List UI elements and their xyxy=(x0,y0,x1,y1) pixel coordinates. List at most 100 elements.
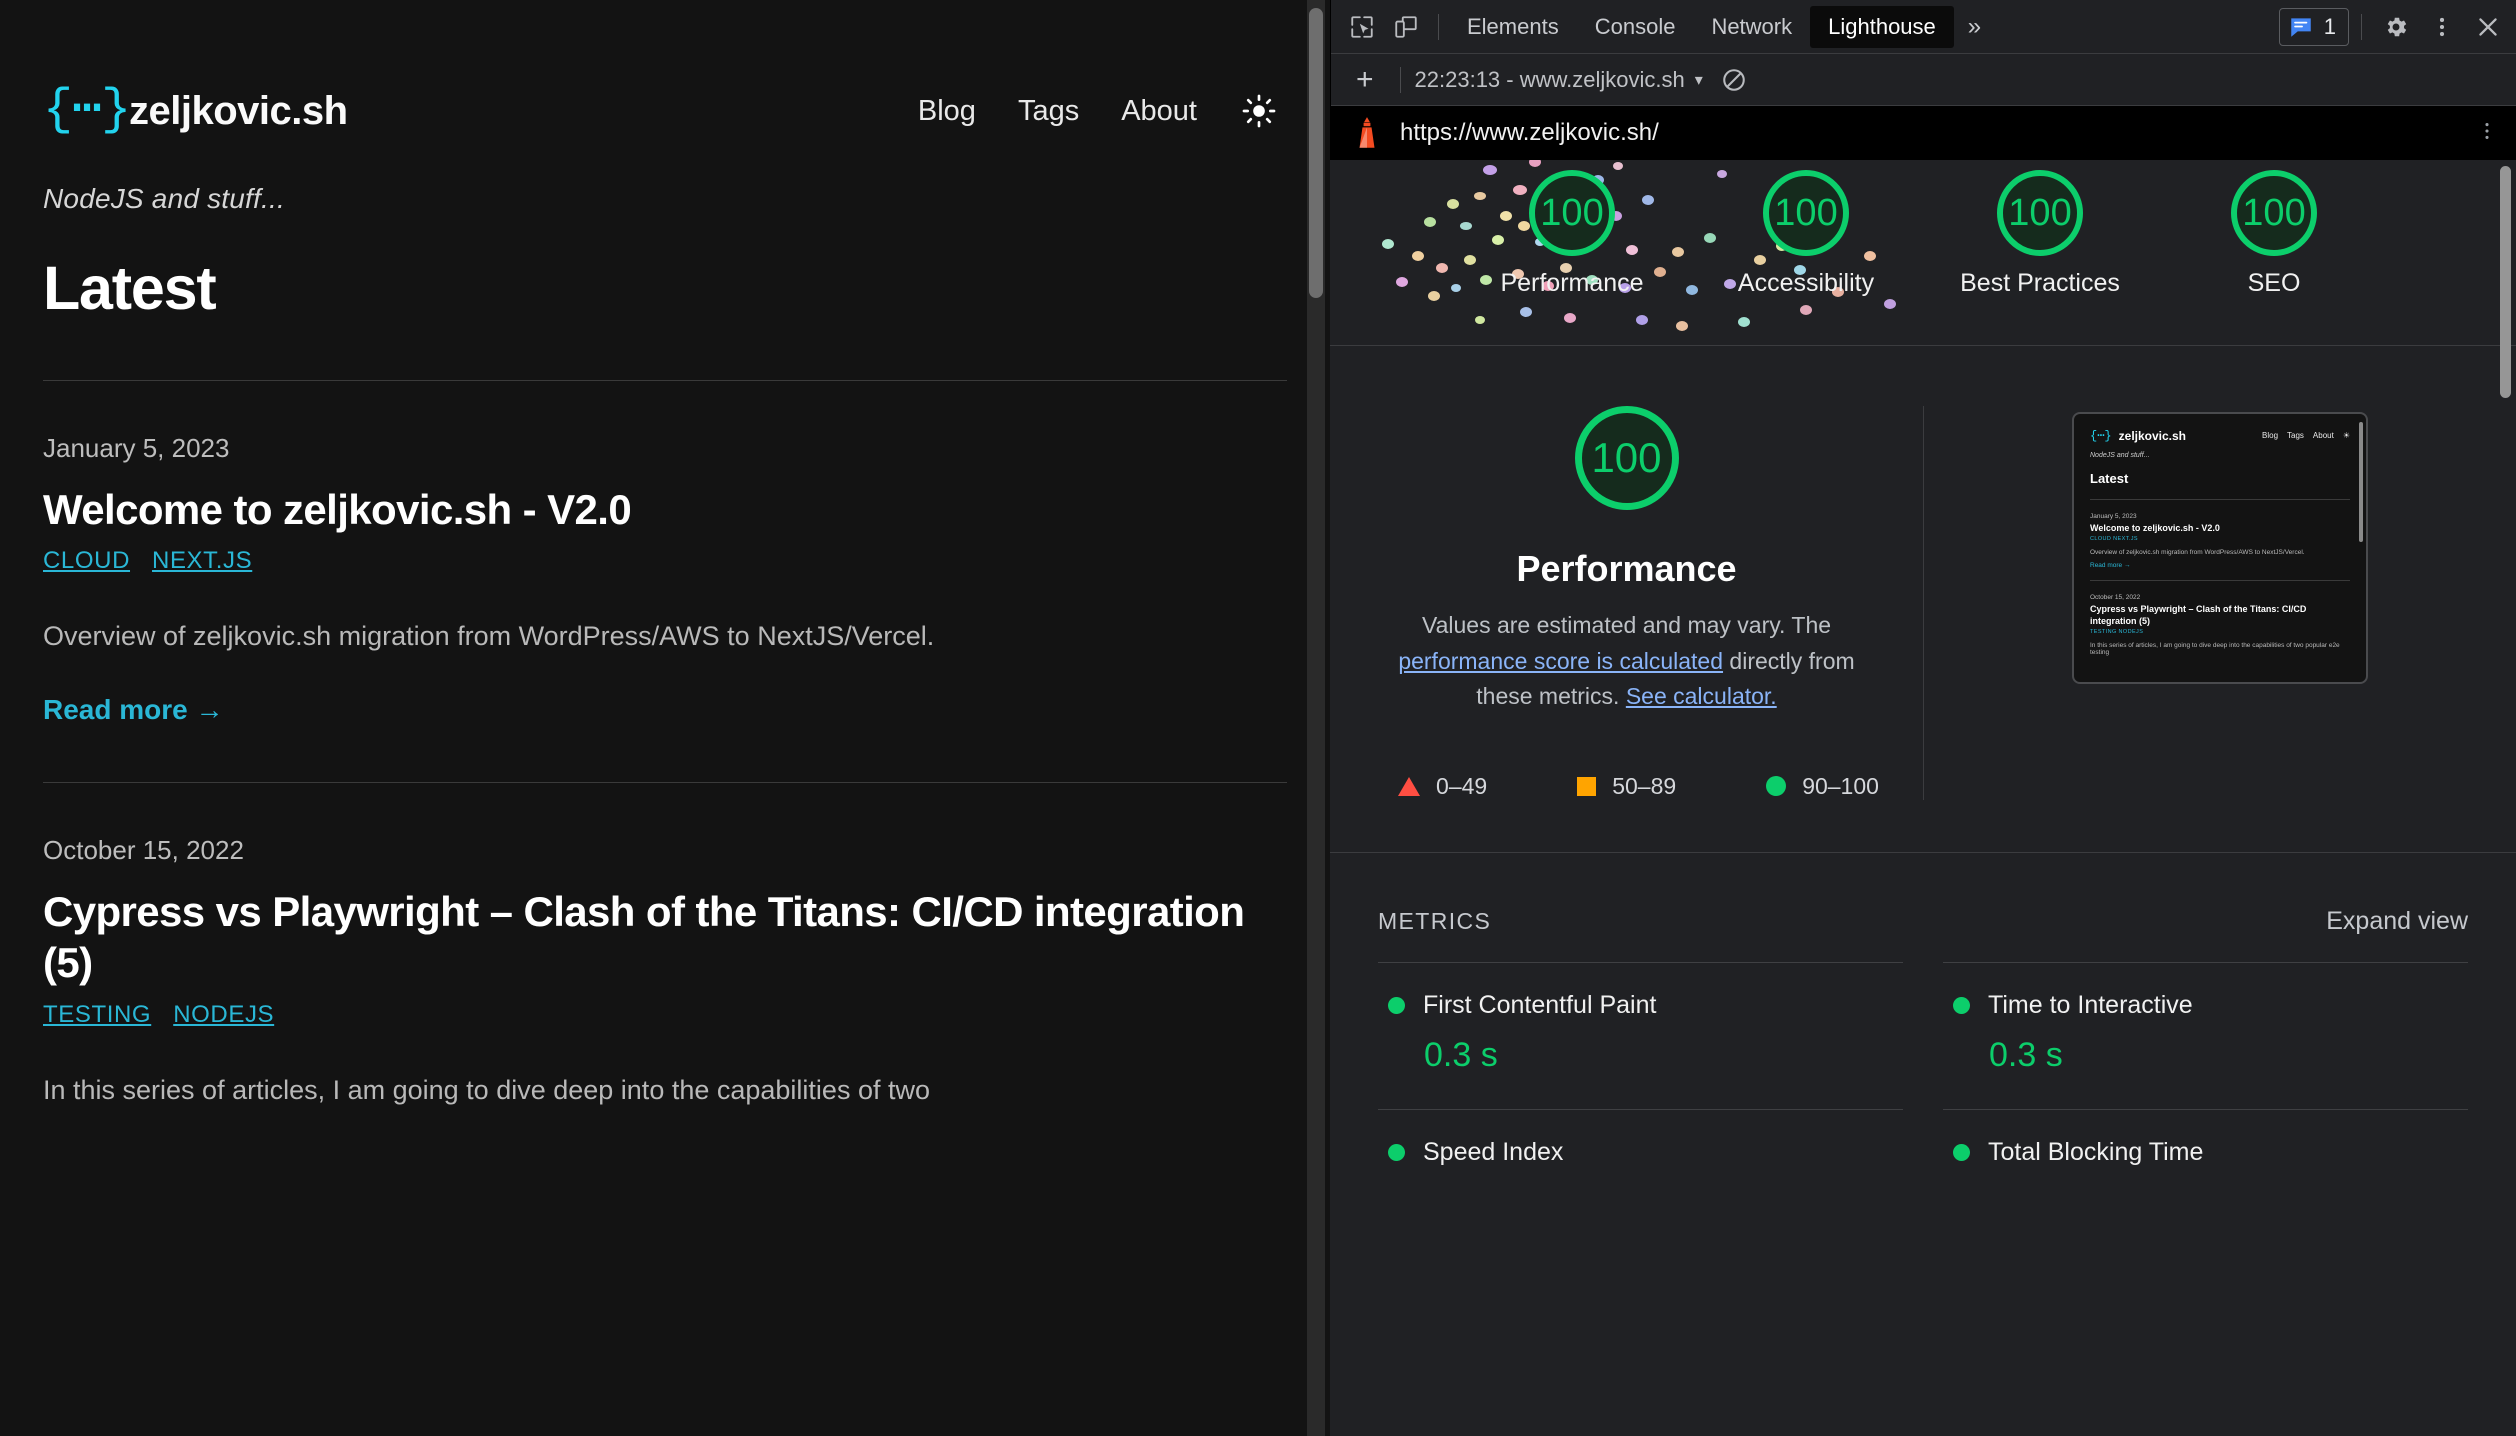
gauge-performance[interactable]: 100 Performance xyxy=(1482,170,1662,296)
inspect-element-button[interactable] xyxy=(1340,5,1384,49)
legend-average: 50–89 xyxy=(1577,773,1676,800)
gauge-accessibility[interactable]: 100 Accessibility xyxy=(1716,170,1896,296)
post-tags: TESTING NODEJS xyxy=(43,1001,1287,1029)
gear-icon xyxy=(2387,17,2407,36)
thumb-post: January 5, 2023 Welcome to zeljkovic.sh … xyxy=(2090,513,2350,569)
post-title[interactable]: Cypress vs Playwright – Clash of the Tit… xyxy=(43,886,1287,988)
gauge-score: 100 xyxy=(1763,170,1849,256)
circle-icon xyxy=(1766,776,1787,797)
metric-time-to-interactive[interactable]: Time to Interactive 0.3 s xyxy=(1943,961,2468,1109)
metric-speed-index[interactable]: Speed Index xyxy=(1378,1108,1903,1217)
theme-toggle-button[interactable] xyxy=(1239,91,1279,131)
report-options-button[interactable] xyxy=(2476,118,2498,149)
device-toolbar-button[interactable] xyxy=(1384,5,1428,49)
sun-icon xyxy=(1242,94,1276,128)
pass-dot-icon xyxy=(1388,996,1405,1014)
chevron-down-icon[interactable]: ▾ xyxy=(1695,70,1703,90)
lighthouse-scrollbar[interactable] xyxy=(2498,162,2512,1436)
console-message-icon xyxy=(2291,17,2311,37)
performance-category-section: 100 Performance Values are estimated and… xyxy=(1330,346,2516,1217)
post-tag[interactable]: CLOUD xyxy=(43,547,130,575)
devtools-panel: Elements Console Network Lighthouse » 1 xyxy=(1330,0,2516,1436)
gauge-label: Accessibility xyxy=(1737,269,1875,297)
post-item: October 15, 2022 Cypress vs Playwright –… xyxy=(43,783,1287,1105)
metric-name: Total Blocking Time xyxy=(1988,1137,2204,1166)
gauge-score: 100 xyxy=(1997,170,2083,256)
category-description: Values are estimated and may vary. The p… xyxy=(1397,608,1857,715)
toolbar-right-group: 1 xyxy=(2278,5,2510,49)
brand[interactable]: {⋯} zeljkovic.sh xyxy=(43,86,348,136)
thumb-post-excerpt: In this series of articles, I am going t… xyxy=(2090,641,2340,656)
clear-icon xyxy=(1723,68,1745,91)
metric-value: 0.3 s xyxy=(1989,1035,2063,1074)
brand-title: zeljkovic.sh xyxy=(129,88,348,133)
new-report-button[interactable]: + xyxy=(1344,64,1386,95)
page-scrollbar[interactable] xyxy=(1307,0,1325,1436)
performance-score-link[interactable]: performance score is calculated xyxy=(1398,648,1723,674)
post-tag[interactable]: NODEJS xyxy=(173,1001,274,1029)
thumb-post-date: October 15, 2022 xyxy=(2090,594,2141,602)
metrics-label: METRICS xyxy=(1378,907,1492,934)
braces-logo-icon: {⋯} xyxy=(2090,429,2112,443)
thumb-header: {⋯} zeljkovic.sh Blog Tags About ☀ xyxy=(2090,428,2350,444)
pass-dot-icon xyxy=(1388,1143,1405,1161)
legend-range: 0–49 xyxy=(1436,772,1488,799)
gauge-label: SEO xyxy=(2247,269,2301,297)
thumb-brand-title: zeljkovic.sh xyxy=(2118,428,2187,443)
page-scrollbar-thumb[interactable] xyxy=(1309,8,1323,298)
legend-pass: 90–100 xyxy=(1766,773,1879,800)
audited-url: https://www.zeljkovic.sh/ xyxy=(1400,119,1659,146)
metric-name: Time to Interactive xyxy=(1988,990,2193,1019)
tab-elements[interactable]: Elements xyxy=(1449,6,1577,48)
expand-view-button[interactable]: Expand view xyxy=(2326,907,2468,936)
metric-value: 0.3 s xyxy=(1424,1035,1498,1074)
thumb-nav-about: About xyxy=(2312,431,2334,440)
post-tag[interactable]: TESTING xyxy=(43,1001,151,1029)
report-selector-label[interactable]: 22:23:13 - www.zeljkovic.sh xyxy=(1415,67,1685,93)
thumb-post-tags: TESTING NODEJS xyxy=(2090,628,2144,635)
thumb-divider-2 xyxy=(2090,580,2350,582)
nav-link-blog[interactable]: Blog xyxy=(918,95,976,128)
metric-first-contentful-paint[interactable]: First Contentful Paint 0.3 s xyxy=(1378,961,1903,1109)
inspect-element-icon xyxy=(1351,15,1373,38)
more-options-button[interactable] xyxy=(2420,5,2464,49)
gauge-score: 100 xyxy=(2231,170,2317,256)
metrics-grid: First Contentful Paint 0.3 s Time to Int… xyxy=(1378,961,2468,1217)
post-tag[interactable]: NEXT.JS xyxy=(152,547,252,575)
subbar-separator xyxy=(1399,66,1401,93)
toolbar-separator-2 xyxy=(2361,13,2362,40)
console-message-badge[interactable]: 1 xyxy=(2278,7,2349,46)
post-excerpt: In this series of articles, I am going t… xyxy=(43,1074,930,1105)
braces-logo-icon: {⋯} xyxy=(43,82,131,139)
clear-reports-button[interactable] xyxy=(1721,67,1747,93)
metric-name: Speed Index xyxy=(1423,1137,1564,1166)
more-tabs-button[interactable]: » xyxy=(1954,13,1995,41)
score-gauges: 100 Performance 100 Accessibility 100 Be… xyxy=(1330,160,2516,296)
nav-link-tags[interactable]: Tags xyxy=(1018,95,1079,128)
lighthouse-subbar: + 22:23:13 - www.zeljkovic.sh ▾ xyxy=(1330,54,2516,106)
gauge-best-practices[interactable]: 100 Best Practices xyxy=(1950,170,2130,296)
tab-console[interactable]: Console xyxy=(1577,6,1694,48)
lighthouse-url-bar: https://www.zeljkovic.sh/ xyxy=(1330,106,2516,160)
thumb-brand: {⋯} zeljkovic.sh xyxy=(2090,428,2187,444)
thumb-divider xyxy=(2090,499,2350,500)
nav-link-about[interactable]: About xyxy=(1121,95,1197,128)
settings-button[interactable] xyxy=(2374,5,2418,49)
tab-lighthouse[interactable]: Lighthouse xyxy=(1810,5,1954,48)
thumb-heading: Latest xyxy=(2090,471,2129,486)
category-summary: 100 Performance Values are estimated and… xyxy=(1330,406,1923,800)
see-calculator-link[interactable]: See calculator. xyxy=(1626,683,1777,709)
tab-network[interactable]: Network xyxy=(1693,6,1810,48)
gauge-seo[interactable]: 100 SEO xyxy=(2184,170,2364,296)
gauge-label: Best Practices xyxy=(1960,269,2120,297)
post-title[interactable]: Welcome to zeljkovic.sh - V2.0 xyxy=(43,484,1287,535)
thumb-scrollbar xyxy=(2359,422,2363,542)
thumb-post-title: Cypress vs Playwright – Clash of the Tit… xyxy=(2090,604,2307,626)
gauge-label: Performance xyxy=(1500,269,1644,297)
metric-total-blocking-time[interactable]: Total Blocking Time xyxy=(1943,1108,2468,1217)
metrics-header: METRICS Expand view xyxy=(1378,907,2468,936)
read-more-link[interactable]: Read more → xyxy=(43,694,224,726)
sun-icon: ☀ xyxy=(2342,431,2350,440)
close-devtools-button[interactable] xyxy=(2466,5,2510,49)
final-screenshot-thumbnail[interactable]: {⋯} zeljkovic.sh Blog Tags About ☀ NodeJ… xyxy=(2072,412,2368,684)
